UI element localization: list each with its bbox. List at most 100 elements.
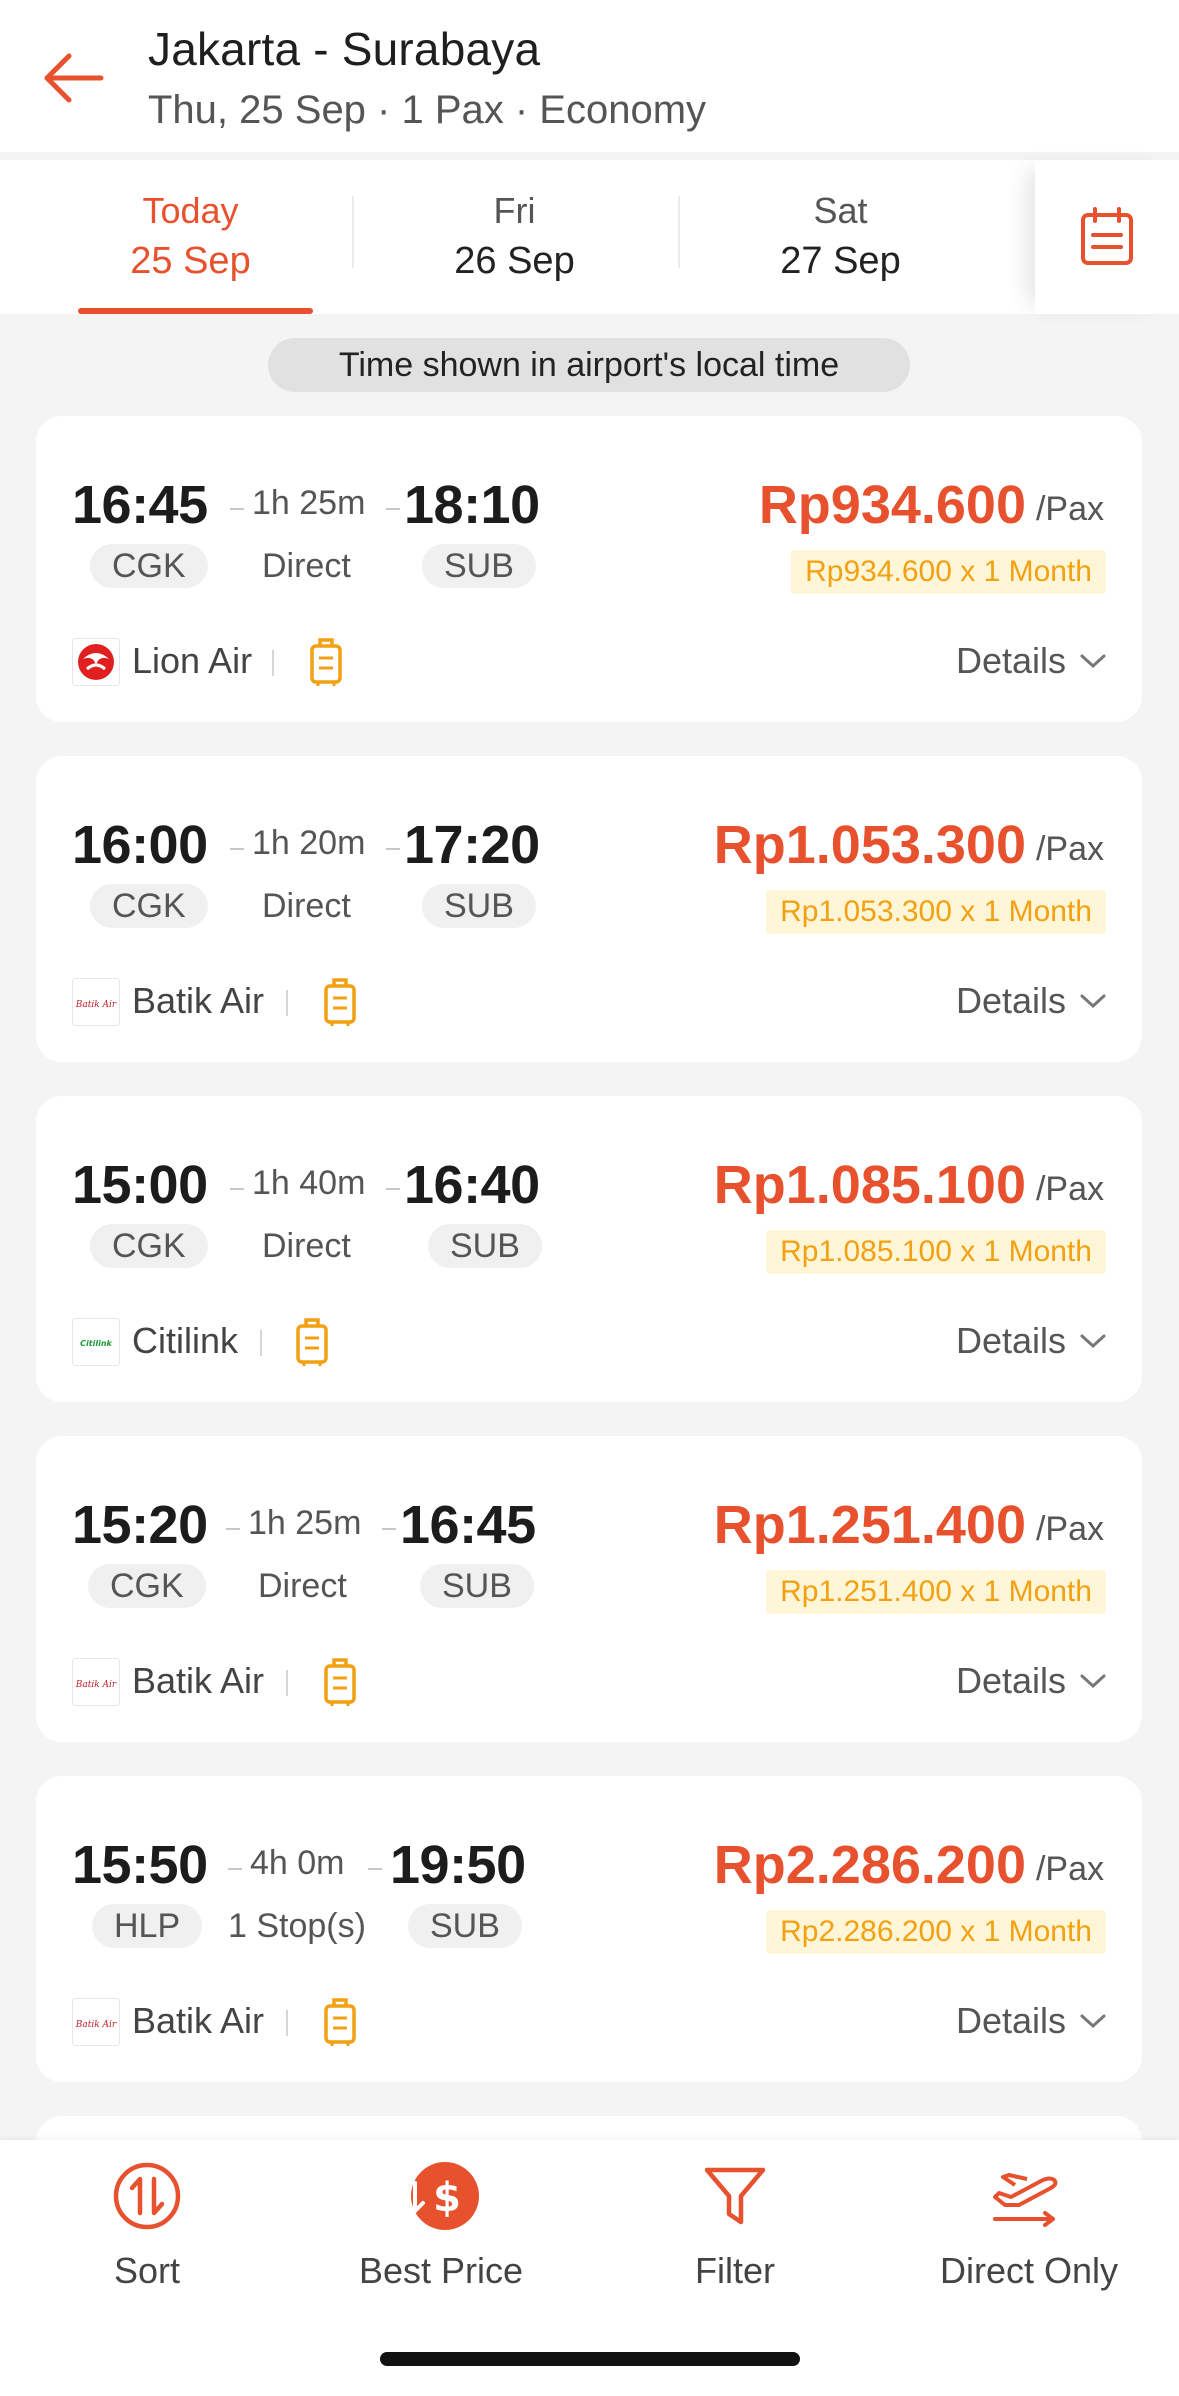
- details-label: Details: [955, 2000, 1066, 2041]
- per-pax-label: /Pax: [1035, 830, 1104, 868]
- flight-card[interactable]: 15:20 1h 25m 16:45 CGK Direct SUB Rp1.25…: [36, 1436, 1142, 1742]
- trip-summary: Thu, 25 Sep · 1 Pax · Economy: [148, 88, 707, 132]
- flight-duration: 4h 0m: [250, 1844, 345, 1882]
- installment-badge: Rp934.600 x 1 Month: [791, 550, 1106, 594]
- details-label: Details: [955, 980, 1066, 1021]
- airline-name: Batik Air: [132, 980, 265, 1021]
- installment-badge: Rp1.251.400 x 1 Month: [766, 1570, 1106, 1614]
- back-button[interactable]: [30, 36, 114, 120]
- separator: [272, 650, 274, 676]
- filter-button[interactable]: Filter: [588, 2156, 882, 2292]
- stops: Direct: [262, 887, 351, 925]
- arrival-time: 17:20: [404, 815, 540, 875]
- per-pax-label: /Pax: [1035, 1510, 1104, 1548]
- arrival-airport: SUB: [408, 1904, 522, 1948]
- baggage-icon: [324, 978, 356, 1026]
- airline-name: Batik Air: [132, 1660, 265, 1701]
- duration-dash: [226, 1528, 240, 1530]
- price: Rp1.085.100: [713, 1155, 1026, 1215]
- arrival-airport: SUB: [422, 544, 536, 588]
- calendar-icon: [1081, 207, 1133, 265]
- stops: Direct: [262, 547, 351, 585]
- date-tab-fri[interactable]: Fri 26 Sep: [352, 160, 677, 314]
- duration-dash: [386, 848, 400, 850]
- local-time-notice: Time shown in airport's local time: [268, 338, 910, 392]
- details-toggle[interactable]: Details: [956, 2000, 1106, 2042]
- arrival-time: 18:10: [404, 475, 540, 535]
- svg-text:Citilink: Citilink: [80, 1339, 112, 1348]
- chevron-down-icon: [1080, 1674, 1106, 1689]
- flight-duration: 1h 20m: [252, 824, 366, 862]
- date-tab-sat[interactable]: Sat 27 Sep: [678, 160, 1003, 314]
- home-indicator: [380, 2352, 800, 2366]
- citilink-logo: Citilink: [72, 1318, 120, 1366]
- stops: 1 Stop(s): [228, 1907, 366, 1945]
- header: Jakarta - Surabaya Thu, 25 Sep · 1 Pax ·…: [0, 0, 1179, 152]
- arrival-time: 16:45: [400, 1495, 536, 1555]
- date-tab-today[interactable]: Today 25 Sep: [28, 160, 353, 314]
- departure-time: 15:00: [72, 1155, 208, 1215]
- installment-badge: Rp1.053.300 x 1 Month: [766, 890, 1106, 934]
- date-selector: Today 25 Sep Fri 26 Sep Sat 27 Sep: [0, 160, 1179, 314]
- stops: Direct: [258, 1567, 347, 1605]
- duration-dash: [386, 508, 400, 510]
- flight-card[interactable]: 15:00 1h 40m 16:40 CGK Direct SUB Rp1.08…: [36, 1096, 1142, 1402]
- separator: [260, 1330, 262, 1356]
- chevron-down-icon: [1080, 1334, 1106, 1349]
- installment-badge: Rp2.286.200 x 1 Month: [766, 1910, 1106, 1954]
- price: Rp934.600: [758, 475, 1026, 535]
- svg-text:Batik Air: Batik Air: [75, 2020, 117, 2030]
- sort-label: Sort: [113, 2250, 181, 2291]
- flight-card[interactable]: 15:50 4h 0m 19:50 HLP 1 Stop(s) SUB Rp2.…: [36, 1776, 1142, 2082]
- filter-icon: [704, 2167, 766, 2225]
- best-price-button[interactable]: $ Best Price: [294, 2156, 588, 2292]
- dollar-icon: $: [405, 2162, 479, 2230]
- date-tab-day: Today: [142, 190, 239, 231]
- departure-time: 15:50: [72, 1835, 208, 1895]
- direct-only-label: Direct Only: [939, 2250, 1119, 2291]
- duration-dash: [230, 508, 244, 510]
- flight-card[interactable]: 16:45 1h 25m 18:10 CGK Direct SUB Rp934.…: [36, 416, 1142, 722]
- separator: [286, 990, 288, 1016]
- installment-badge: Rp1.085.100 x 1 Month: [766, 1230, 1106, 1274]
- direct-only-button[interactable]: Direct Only: [882, 2156, 1176, 2292]
- date-tab-date: 26 Sep: [454, 240, 575, 282]
- departure-airport: CGK: [88, 1564, 206, 1608]
- details-toggle[interactable]: Details: [956, 1660, 1106, 1702]
- per-pax-label: /Pax: [1035, 1170, 1104, 1208]
- date-tab-date: 25 Sep: [130, 240, 251, 282]
- departure-airport: CGK: [90, 544, 208, 588]
- baggage-icon: [324, 1998, 356, 2046]
- per-pax-label: /Pax: [1035, 1850, 1104, 1888]
- departure-time: 15:20: [72, 1495, 208, 1555]
- date-tab-day: Fri: [493, 190, 536, 231]
- separator: [286, 2010, 288, 2036]
- arrival-airport: SUB: [422, 884, 536, 928]
- date-tab-date: 27 Sep: [780, 240, 901, 282]
- arrival-airport: SUB: [428, 1224, 542, 1268]
- details-toggle[interactable]: Details: [956, 980, 1106, 1022]
- baggage-icon: [324, 1658, 356, 1706]
- best-price-label: Best Price: [358, 2250, 524, 2291]
- arrow-left-icon: [44, 53, 104, 103]
- date-tab-day: Sat: [813, 190, 868, 231]
- calendar-button[interactable]: [1035, 160, 1179, 314]
- duration-dash: [230, 1188, 244, 1190]
- sort-icon: [113, 2162, 181, 2230]
- duration-dash: [228, 1868, 242, 1870]
- duration-dash: [382, 1528, 396, 1530]
- chevron-down-icon: [1080, 654, 1106, 669]
- flight-card[interactable]: 16:00 1h 20m 17:20 CGK Direct SUB Rp1.05…: [36, 756, 1142, 1062]
- duration-dash: [368, 1868, 382, 1870]
- separator: [286, 1670, 288, 1696]
- duration-dash: [230, 848, 244, 850]
- baggage-icon: [296, 1318, 328, 1366]
- details-toggle[interactable]: Details: [956, 1320, 1106, 1362]
- chevron-down-icon: [1080, 994, 1106, 1009]
- departure-time: 16:00: [72, 815, 208, 875]
- details-toggle[interactable]: Details: [956, 640, 1106, 682]
- batik-air-logo: Batik Air: [72, 1998, 120, 2046]
- details-label: Details: [955, 1660, 1066, 1701]
- flight-duration: 1h 40m: [252, 1164, 366, 1202]
- sort-button[interactable]: Sort: [0, 2156, 294, 2292]
